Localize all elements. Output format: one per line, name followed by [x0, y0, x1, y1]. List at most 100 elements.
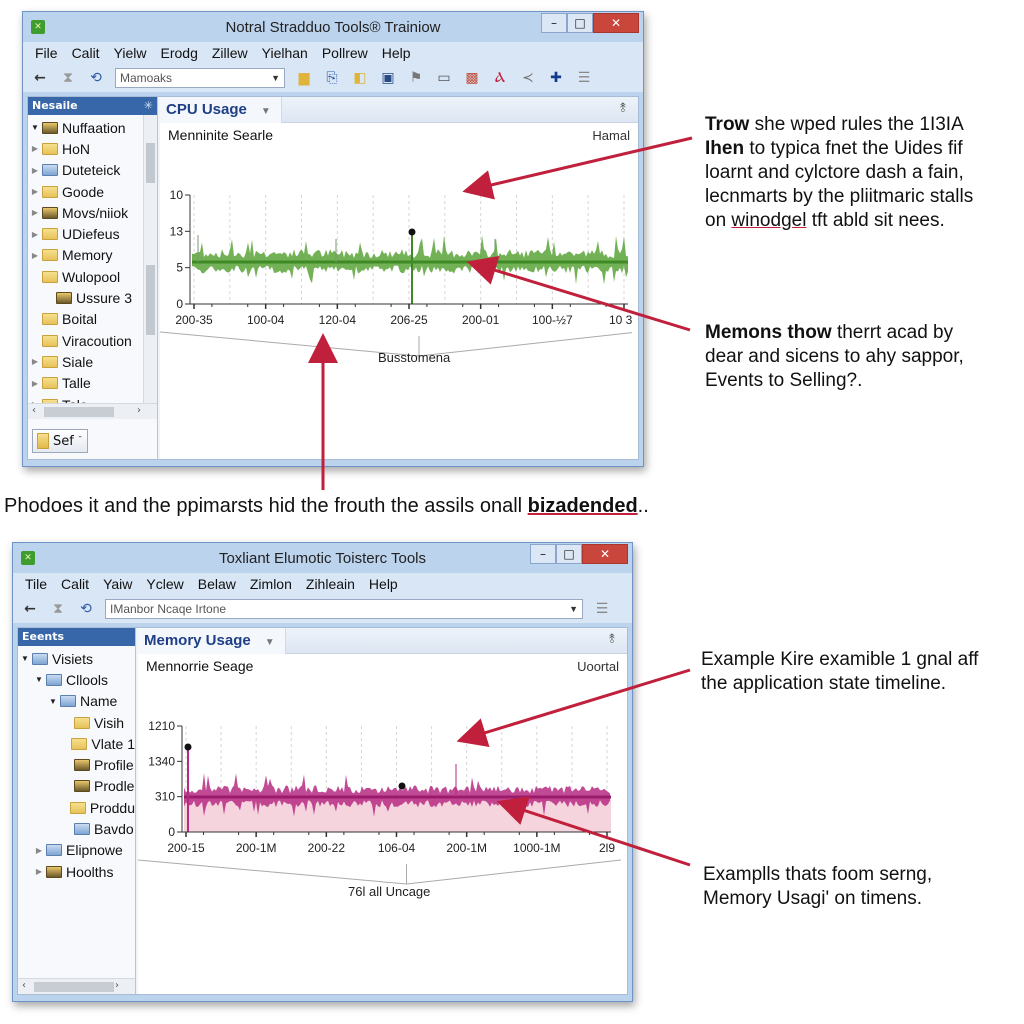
expand-right-icon[interactable]: ▶: [34, 846, 44, 855]
clipboard-icon[interactable]: ⎘: [323, 69, 341, 87]
vertical-scrollbar[interactable]: [143, 115, 157, 419]
tree-item[interactable]: ▼ Name: [18, 691, 135, 712]
menu-item[interactable]: Zihleain: [306, 576, 355, 592]
menu-item[interactable]: Yclew: [146, 576, 183, 592]
expand-right-icon[interactable]: ▶: [30, 144, 40, 153]
menu-item[interactable]: Belaw: [198, 576, 236, 592]
scroll-thumb[interactable]: [44, 407, 114, 417]
expand-right-icon[interactable]: ▶: [30, 230, 40, 239]
tree-item[interactable]: ▶ Elipnowe: [18, 840, 135, 861]
scroll-right-icon[interactable]: ›: [137, 405, 141, 416]
menu-item[interactable]: Pollrew: [322, 45, 368, 61]
tree-item[interactable]: ▶ HoN: [28, 138, 157, 159]
pin-icon[interactable]: ⥉: [609, 632, 615, 647]
tree-item[interactable]: ▶ Talle: [28, 373, 157, 394]
pin-icon[interactable]: ✳: [144, 97, 153, 115]
refresh-icon[interactable]: ⟲: [87, 69, 105, 87]
title-bar[interactable]: ✕ Notral Stradduo Tools® Trainiow – □ ✕: [23, 12, 643, 42]
menu-item[interactable]: Tile: [25, 576, 47, 592]
history-icon[interactable]: ⧗: [49, 600, 67, 618]
menu-item[interactable]: Zimlon: [250, 576, 292, 592]
tree-item[interactable]: Ussure 3: [28, 287, 157, 308]
flag-icon[interactable]: ⚑: [407, 69, 425, 87]
expand-down-icon[interactable]: ▼: [30, 123, 40, 132]
scroll-left-icon[interactable]: ‹: [22, 980, 26, 991]
sidebar-button[interactable]: Sef ˉ: [32, 429, 88, 453]
expand-right-icon[interactable]: ▶: [30, 166, 40, 175]
tree-item[interactable]: Wulopool: [28, 266, 157, 287]
plus-icon[interactable]: ✚: [547, 69, 565, 87]
scroll-left-icon[interactable]: ‹: [32, 405, 36, 416]
chevron-down-icon[interactable]: ▼: [261, 106, 271, 117]
back-icon[interactable]: ←: [31, 69, 49, 87]
tree-item[interactable]: Profile: [18, 754, 135, 775]
tree-item[interactable]: Proddu: [18, 797, 135, 818]
scroll-right-icon[interactable]: ›: [115, 980, 119, 991]
menu-icon[interactable]: ☰: [593, 600, 611, 618]
close-button[interactable]: ✕: [582, 544, 628, 564]
menu-item[interactable]: Yielhan: [262, 45, 308, 61]
menu-item[interactable]: File: [35, 45, 58, 61]
title-bar[interactable]: ✕ Toxliant Elumotic Toisterc Tools – □ ✕: [13, 543, 632, 573]
share-icon[interactable]: ≺: [519, 69, 537, 87]
tree-item[interactable]: ▶ Memory: [28, 245, 157, 266]
menu-item[interactable]: Help: [382, 45, 411, 61]
expand-right-icon[interactable]: ▶: [30, 251, 40, 260]
tree-item[interactable]: ▶ Goode: [28, 181, 157, 202]
expand-right-icon[interactable]: ▶: [30, 379, 40, 388]
scroll-thumb[interactable]: [146, 265, 155, 335]
menu-item[interactable]: Help: [369, 576, 398, 592]
tab-memory-usage[interactable]: Memory Usage ▼: [138, 628, 286, 654]
menu-item[interactable]: Zillew: [212, 45, 248, 61]
menu-item[interactable]: Yielw: [114, 45, 147, 61]
palette-icon[interactable]: ▩: [463, 69, 481, 87]
folder-icon[interactable]: ▆: [295, 69, 313, 87]
branch-icon[interactable]: Ⲁ: [491, 69, 509, 87]
save-icon[interactable]: ▣: [379, 69, 397, 87]
tree-item[interactable]: Prodle: [18, 776, 135, 797]
tree-item[interactable]: Boital: [28, 309, 157, 330]
expand-right-icon[interactable]: ▶: [30, 208, 40, 217]
scroll-thumb[interactable]: [34, 982, 114, 992]
tree-item[interactable]: Bavdo: [18, 818, 135, 839]
history-icon[interactable]: ⧗: [59, 69, 77, 87]
tree-item[interactable]: Viracoution: [28, 330, 157, 351]
horizontal-scrollbar[interactable]: ‹ ›: [28, 403, 157, 419]
tree-item[interactable]: ▼ Cllools: [18, 669, 135, 690]
tree-item[interactable]: ▶ Siale: [28, 351, 157, 372]
maximize-button[interactable]: □: [556, 544, 582, 564]
menu-item[interactable]: Calit: [61, 576, 89, 592]
tree-item[interactable]: Visih: [18, 712, 135, 733]
menu-icon[interactable]: ☰: [575, 69, 593, 87]
menu-item[interactable]: Yaiw: [103, 576, 132, 592]
horizontal-scrollbar[interactable]: ‹ ›: [18, 978, 135, 994]
location-combo[interactable]: Mamoaks ▼: [115, 68, 285, 88]
expand-right-icon[interactable]: ▶: [30, 357, 40, 366]
minimize-button[interactable]: –: [530, 544, 556, 564]
tree-item[interactable]: ▼ Visiets: [18, 648, 135, 669]
pin-icon[interactable]: ⥉: [620, 101, 626, 116]
tree-item[interactable]: Vlate 1: [18, 733, 135, 754]
menu-item[interactable]: Calit: [72, 45, 100, 61]
expand-down-icon[interactable]: ▼: [20, 654, 30, 663]
refresh-icon[interactable]: ⟲: [77, 600, 95, 618]
tree-item[interactable]: ▶ Hoolths: [18, 861, 135, 882]
tree-item[interactable]: ▶ UDiefeus: [28, 223, 157, 244]
scroll-thumb[interactable]: [146, 143, 155, 183]
close-button[interactable]: ✕: [593, 13, 639, 33]
expand-right-icon[interactable]: ▶: [34, 867, 44, 876]
chevron-down-icon[interactable]: ▼: [265, 637, 275, 648]
menu-item[interactable]: Erodg: [161, 45, 198, 61]
back-icon[interactable]: ←: [21, 600, 39, 618]
window-icon[interactable]: ▭: [435, 69, 453, 87]
expand-down-icon[interactable]: ▼: [48, 697, 58, 706]
location-combo[interactable]: IManbor Ncaqe Irtone ▼: [105, 599, 583, 619]
tab-cpu-usage[interactable]: CPU Usage ▼: [160, 97, 282, 123]
tree-item[interactable]: ▶ Duteteick: [28, 160, 157, 181]
tree-item[interactable]: ▶ Movs/niiok: [28, 202, 157, 223]
expand-right-icon[interactable]: ▶: [30, 187, 40, 196]
tree-item[interactable]: ▼ Nuffaation: [28, 117, 157, 138]
minimize-button[interactable]: –: [541, 13, 567, 33]
maximize-button[interactable]: □: [567, 13, 593, 33]
expand-down-icon[interactable]: ▼: [34, 675, 44, 684]
